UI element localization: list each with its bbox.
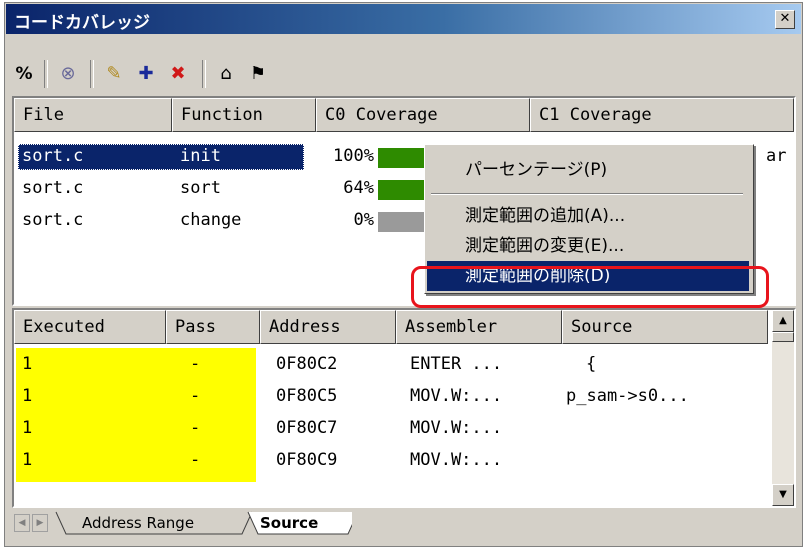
- cell-file: sort.c: [22, 146, 84, 166]
- toolbar: % ⊗ ✎ ✚ ✖ ⌂ ⚑: [12, 54, 792, 94]
- executed-highlight: [16, 348, 256, 482]
- cell-pass: -: [190, 354, 201, 374]
- cell-assembler: ENTER ...: [410, 354, 503, 374]
- menu-item-change-range[interactable]: 測定範囲の変更(E)...: [427, 231, 749, 261]
- percent-button[interactable]: %: [12, 62, 36, 86]
- cell-assembler: MOV.W:...: [410, 450, 503, 470]
- menu-item-percentage[interactable]: パーセンテージ(P): [427, 155, 749, 185]
- column-header-assembler[interactable]: Assembler: [396, 310, 562, 344]
- cell-address: 0F80C7: [276, 418, 338, 438]
- cell-executed: 1: [22, 354, 33, 374]
- cell-pass: -: [190, 386, 201, 406]
- cell-address: 0F80C2: [276, 354, 338, 374]
- menu-separator: [431, 193, 743, 195]
- coverage-icon[interactable]: ⊗: [54, 62, 82, 86]
- cell-file: sort.c: [22, 210, 84, 230]
- tab-address-range[interactable]: Address Range: [82, 514, 194, 532]
- close-button[interactable]: ✕: [775, 10, 795, 29]
- column-header-pass[interactable]: Pass: [166, 310, 260, 344]
- add-range-icon[interactable]: ✚: [132, 62, 160, 86]
- vertical-scrollbar[interactable]: ▲ ▼: [772, 310, 794, 506]
- toolbar-separator: [44, 60, 48, 88]
- tab-scroll-left[interactable]: ◀: [14, 514, 30, 532]
- tab-bar: ◀ ▶ Address Range Source: [12, 510, 796, 536]
- cell-function: sort: [180, 178, 221, 198]
- cell-source: {: [586, 354, 597, 374]
- delete-range-icon[interactable]: ✖: [164, 62, 192, 86]
- scroll-up-button[interactable]: ▲: [772, 310, 794, 332]
- title-bar[interactable]: コードカバレッジ ✕: [6, 4, 801, 34]
- cell-executed: 1: [22, 418, 33, 438]
- cell-file: sort.c: [22, 178, 84, 198]
- source-detail-pane[interactable]: Executed Pass Address Assembler Source 1…: [12, 308, 796, 508]
- column-header-file[interactable]: File: [14, 98, 172, 132]
- find-icon[interactable]: ⚑: [244, 62, 272, 86]
- refresh-icon[interactable]: ⌂: [212, 62, 240, 86]
- menu-item-add-range[interactable]: 測定範囲の追加(A)...: [427, 201, 749, 231]
- highlight-annotation: [411, 266, 769, 308]
- window-title: コードカバレッジ: [14, 13, 150, 33]
- toolbar-separator: [202, 60, 206, 88]
- cell-function: init: [180, 146, 221, 166]
- cell-executed: 1: [22, 386, 33, 406]
- cell-address: 0F80C5: [276, 386, 338, 406]
- edit-range-icon[interactable]: ✎: [100, 62, 128, 86]
- scroll-thumb[interactable]: [772, 332, 794, 342]
- cell-c0-percent: 100%: [333, 146, 374, 166]
- column-header-function[interactable]: Function: [172, 98, 316, 132]
- cell-c0-percent: 64%: [343, 178, 374, 198]
- cell-pass: -: [190, 450, 201, 470]
- cell-function: change: [180, 210, 242, 230]
- c1-clipped-text: ar: [766, 146, 787, 166]
- tab-source[interactable]: Source: [260, 514, 318, 532]
- cell-assembler: MOV.W:...: [410, 386, 503, 406]
- column-header-executed[interactable]: Executed: [14, 310, 166, 344]
- cell-address: 0F80C9: [276, 450, 338, 470]
- column-header-c1[interactable]: C1 Coverage: [530, 98, 794, 132]
- tab-scroll-right[interactable]: ▶: [32, 514, 48, 532]
- scroll-down-button[interactable]: ▼: [772, 484, 794, 506]
- toolbar-separator: [90, 60, 94, 88]
- column-header-address[interactable]: Address: [260, 310, 396, 344]
- cell-source: p_sam->s0...: [566, 386, 689, 406]
- column-header-c0[interactable]: C0 Coverage: [316, 98, 530, 132]
- cell-executed: 1: [22, 450, 33, 470]
- cell-c0-percent: 0%: [353, 210, 374, 230]
- cell-pass: -: [190, 418, 201, 438]
- cell-assembler: MOV.W:...: [410, 418, 503, 438]
- column-header-source[interactable]: Source: [562, 310, 768, 344]
